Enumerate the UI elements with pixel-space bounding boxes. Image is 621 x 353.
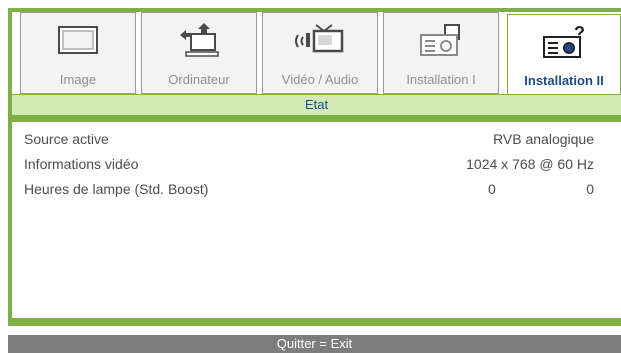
projector-help-icon: ?	[536, 23, 592, 66]
source-active-value: RVB analogique	[493, 131, 594, 147]
tab-label: Installation I	[406, 72, 476, 87]
lamp-hours-std-value: 0	[488, 181, 496, 197]
image-icon	[55, 21, 101, 60]
list-item: Informations vidéo 1024 x 768 @ 60 Hz	[12, 154, 602, 174]
video-info-value: 1024 x 768 @ 60 Hz	[466, 156, 594, 172]
video-audio-icon	[290, 21, 350, 64]
source-active-label: Source active	[24, 131, 109, 147]
tab-label: Image	[59, 72, 97, 87]
frame-bottom-border	[8, 318, 621, 326]
exit-hint: Quitter = Exit	[8, 335, 621, 353]
lamp-hours-label: Heures de lampe (Std. Boost)	[24, 181, 209, 197]
tab-ordinateur[interactable]: Ordinateur	[141, 12, 257, 94]
list-item: Heures de lampe (Std. Boost) 0 0	[12, 179, 602, 199]
tab-image[interactable]: Image	[20, 12, 136, 94]
tab-label: Ordinateur	[168, 72, 230, 87]
tab-installation-1[interactable]: Installation I	[383, 12, 499, 94]
tab-label: Vidéo / Audio	[281, 72, 359, 87]
projector-icon	[413, 21, 469, 64]
tab-label: Installation II	[524, 73, 604, 88]
video-info-label: Informations vidéo	[24, 156, 139, 172]
computer-icon	[174, 21, 224, 64]
lamp-hours-boost-value: 0	[586, 181, 594, 197]
tab-installation-2[interactable]: ? Installation II	[507, 14, 621, 94]
tab-video-audio[interactable]: Vidéo / Audio	[262, 12, 378, 94]
section-title: Etat	[12, 94, 621, 116]
list-item: Source active RVB analogique	[12, 129, 602, 149]
